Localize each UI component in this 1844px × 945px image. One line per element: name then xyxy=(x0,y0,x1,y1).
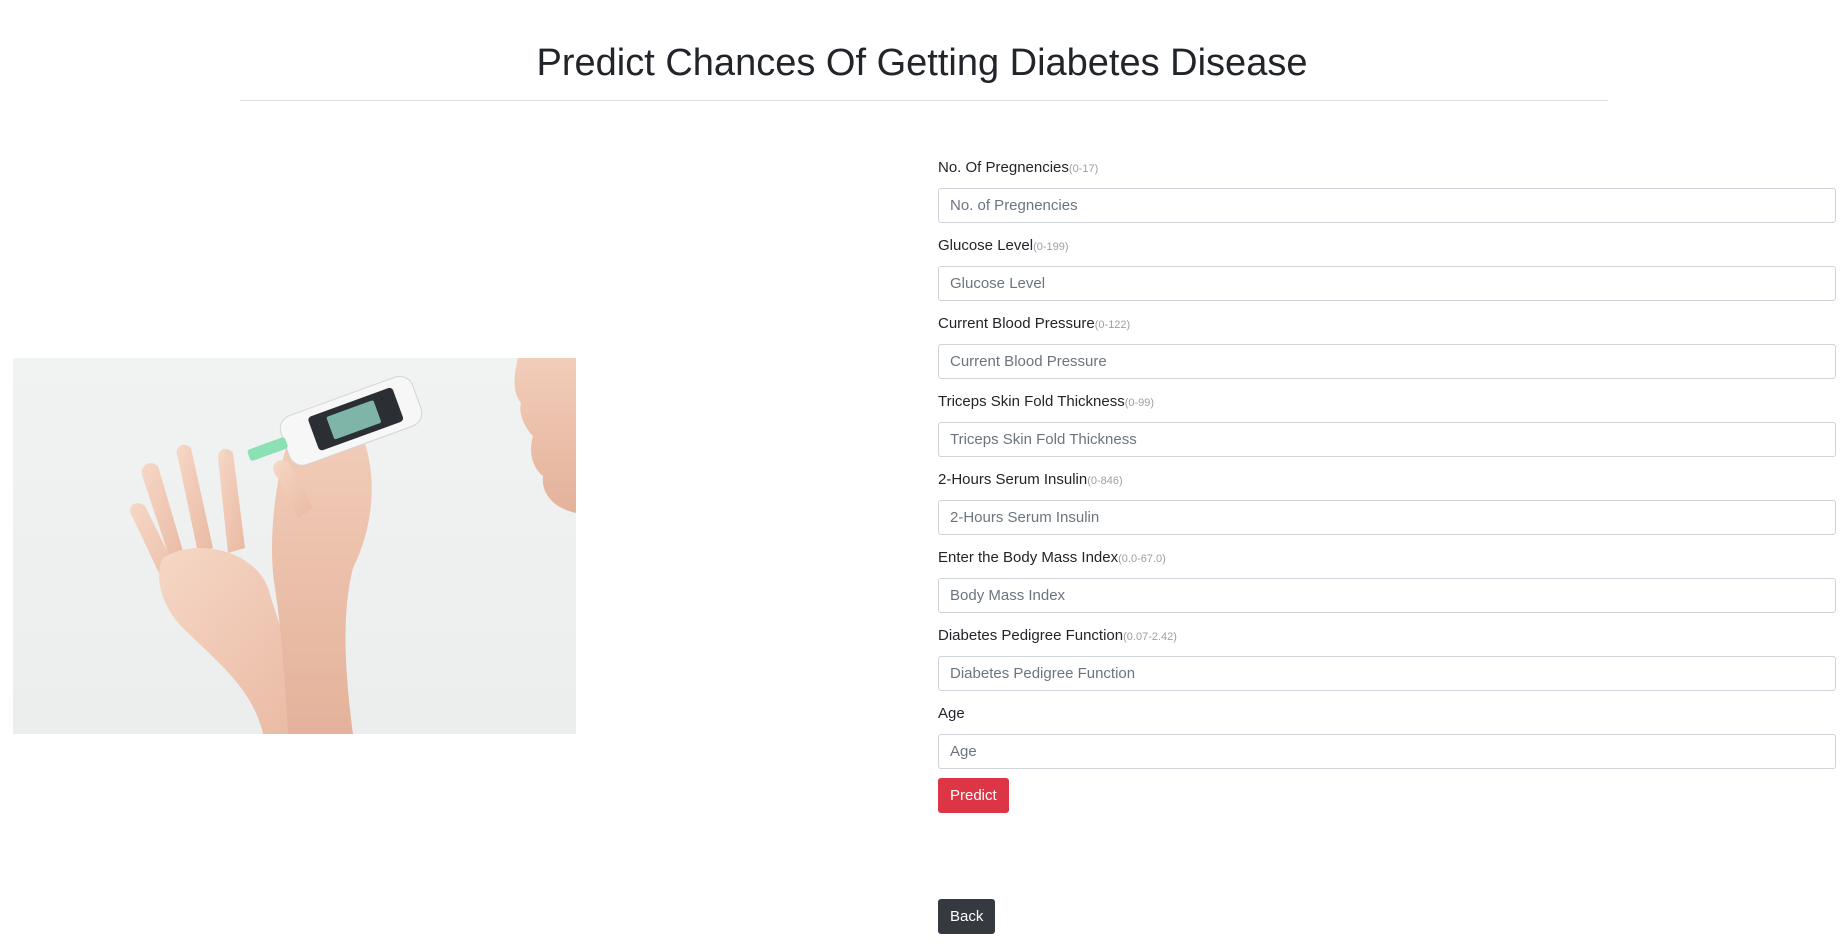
blood-pressure-input[interactable] xyxy=(938,344,1836,379)
field-label-text: Triceps Skin Fold Thickness xyxy=(938,393,1125,410)
skin-thickness-input[interactable] xyxy=(938,422,1836,457)
field-label-text: No. Of Pregnencies xyxy=(938,159,1069,176)
field-range: (0-199) xyxy=(1033,241,1069,253)
field-label-text: Glucose Level xyxy=(938,237,1034,254)
field-label-text: 2-Hours Serum Insulin xyxy=(938,471,1088,488)
back-button[interactable]: Back xyxy=(938,899,996,934)
field-label: Current Blood Pressure(0-122) xyxy=(938,312,1836,336)
age-input[interactable] xyxy=(938,734,1836,769)
field-label-text: Diabetes Pedigree Function xyxy=(938,627,1124,644)
field-glucose: Glucose Level(0-199) xyxy=(938,234,1836,301)
pregnancies-input[interactable] xyxy=(938,188,1836,223)
title-divider xyxy=(240,100,1608,101)
field-label: Enter the Body Mass Index(0.0-67.0) xyxy=(938,546,1836,570)
glucose-input[interactable] xyxy=(938,266,1836,301)
field-skin-thickness: Triceps Skin Fold Thickness(0-99) xyxy=(938,390,1836,457)
insulin-input[interactable] xyxy=(938,500,1836,535)
field-label-text: Enter the Body Mass Index xyxy=(938,549,1119,566)
field-label-text: Age xyxy=(938,705,965,722)
pedigree-input[interactable] xyxy=(938,656,1836,691)
field-bmi: Enter the Body Mass Index(0.0-67.0) xyxy=(938,546,1836,613)
field-range: (0-99) xyxy=(1124,397,1155,409)
predict-button[interactable]: Predict xyxy=(938,778,1009,813)
field-pregnancies: No. Of Pregnencies(0-17) xyxy=(938,156,1836,223)
field-age: Age xyxy=(938,702,1836,769)
field-label: Diabetes Pedigree Function(0.07-2.42) xyxy=(938,624,1836,648)
glucose-meter-icon xyxy=(130,358,576,734)
field-range: (0-122) xyxy=(1094,319,1131,331)
field-range: (0-17) xyxy=(1068,163,1099,175)
prediction-form: No. Of Pregnencies(0-17) Glucose Level(0… xyxy=(938,156,1836,780)
field-range: (0.0-67.0) xyxy=(1118,553,1166,565)
field-range: (0.07-2.42) xyxy=(1123,631,1177,643)
field-insulin: 2-Hours Serum Insulin(0-846) xyxy=(938,468,1836,535)
page-title: Predict Chances Of Getting Diabetes Dise… xyxy=(536,42,1308,84)
glucose-meter-image xyxy=(13,358,576,734)
field-range: (0-846) xyxy=(1087,475,1123,487)
field-blood-pressure: Current Blood Pressure(0-122) xyxy=(938,312,1836,379)
field-pedigree: Diabetes Pedigree Function(0.07-2.42) xyxy=(938,624,1836,691)
page: Predict Chances Of Getting Diabetes Dise… xyxy=(0,0,1844,945)
field-label: No. Of Pregnencies(0-17) xyxy=(938,156,1836,180)
field-label-text: Current Blood Pressure xyxy=(938,315,1095,332)
bmi-input[interactable] xyxy=(938,578,1836,613)
field-label: 2-Hours Serum Insulin(0-846) xyxy=(938,468,1836,492)
field-label: Age xyxy=(938,702,1836,726)
field-label: Triceps Skin Fold Thickness(0-99) xyxy=(938,390,1836,414)
field-label: Glucose Level(0-199) xyxy=(938,234,1836,258)
